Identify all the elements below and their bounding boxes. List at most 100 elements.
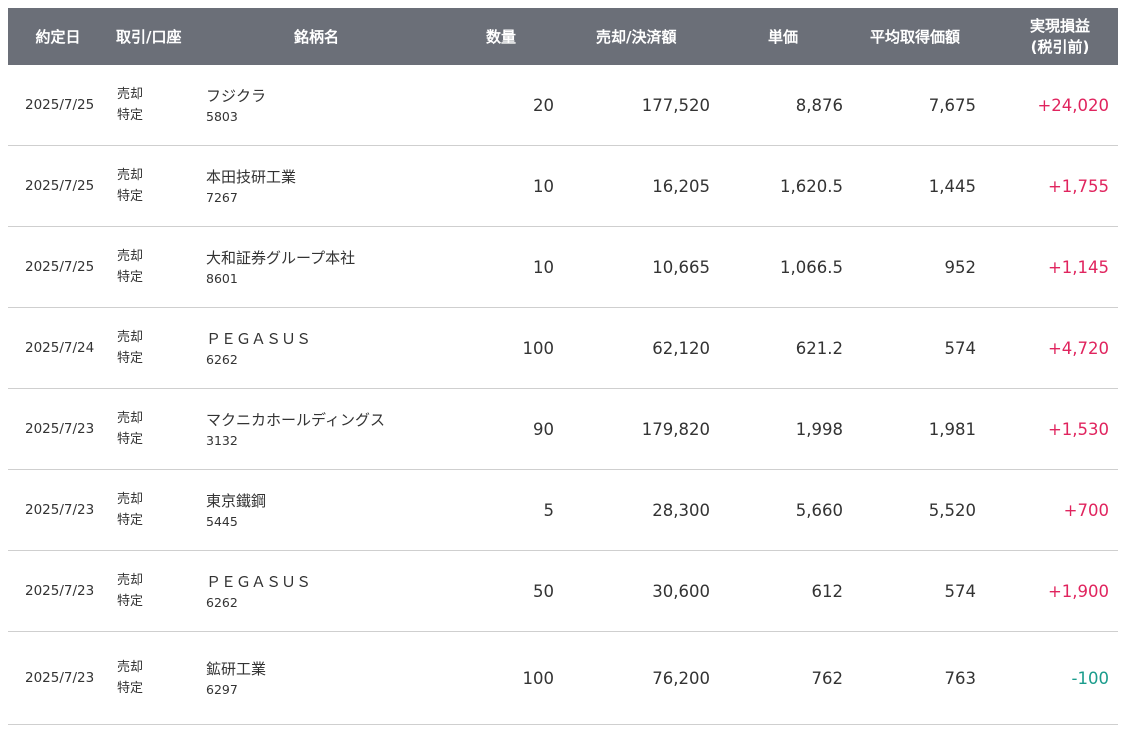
table-row: 2025/7/25 売却 特定 本田技研工業 7267 10 16,205 1,…	[8, 146, 1118, 227]
realized-pnl: -100	[1071, 668, 1109, 688]
header-date: 約定日	[35, 28, 81, 46]
table-row: 2025/7/23 売却 特定 鉱研工業 6297 100 76,200 762…	[8, 632, 1118, 725]
quantity: 50	[533, 581, 554, 601]
quantity: 10	[533, 176, 554, 196]
trade-type: 売却	[117, 492, 144, 507]
average-cost: 574	[944, 581, 977, 601]
realized-pnl: +700	[1063, 500, 1109, 520]
stock-code: 6297	[206, 681, 238, 697]
account-type: 特定	[117, 681, 144, 696]
table-row: 2025/7/24 売却 特定 ＰＥＧＡＳＵＳ 6262 100 62,120 …	[8, 308, 1118, 389]
average-cost: 763	[944, 668, 977, 688]
trade-date: 2025/7/23	[25, 670, 95, 686]
average-cost: 1,981	[928, 419, 976, 439]
quantity: 100	[522, 338, 555, 358]
header-pnl-line1: 実現損益	[1029, 16, 1090, 35]
header-trade-account: 取引/口座	[116, 28, 182, 46]
table-header: 約定日 取引/口座 銘柄名 数量 売却/決済額 単価 平均取得価額 実現損益 (…	[8, 8, 1118, 65]
average-cost: 1,445	[928, 176, 976, 196]
realized-pnl: +1,145	[1047, 257, 1109, 277]
realized-pnl-table: 約定日 取引/口座 銘柄名 数量 売却/決済額 単価 平均取得価額 実現損益 (…	[8, 8, 1118, 725]
unit-price: 621.2	[795, 338, 843, 358]
stock-code: 5803	[206, 108, 238, 124]
trade-account: 売却 特定	[117, 551, 143, 631]
stock-code: 5445	[206, 513, 238, 529]
trade-account: 売却 特定	[117, 65, 143, 145]
unit-price: 1,066.5	[780, 257, 843, 277]
stock-cell: ＰＥＧＡＳＵＳ 6262	[206, 551, 311, 631]
stock-cell: 大和証券グループ本社 8601	[206, 227, 355, 307]
stock-code: 7267	[206, 189, 238, 205]
header-realized-pnl: 実現損益 (税引前)	[1010, 8, 1110, 65]
table-row: 2025/7/25 売却 特定 大和証券グループ本社 8601 10 10,66…	[8, 227, 1118, 308]
trade-type: 売却	[117, 573, 144, 588]
stock-cell: マクニカホールディングス 3132	[206, 389, 385, 469]
quantity: 5	[543, 500, 555, 520]
table-body: 2025/7/25 売却 特定 フジクラ 5803 20 177,520 8,8…	[8, 65, 1118, 725]
header-quantity: 数量	[486, 28, 517, 46]
stock-name: ＰＥＧＡＳＵＳ	[206, 572, 312, 591]
trade-type: 売却	[117, 660, 144, 675]
quantity: 100	[522, 668, 555, 688]
realized-pnl: +4,720	[1047, 338, 1109, 358]
account-type: 特定	[117, 189, 144, 204]
average-cost: 5,520	[928, 500, 976, 520]
stock-code: 6262	[206, 351, 238, 367]
trade-date: 2025/7/25	[25, 178, 95, 194]
unit-price: 8,876	[795, 95, 843, 115]
trade-date: 2025/7/24	[25, 340, 95, 356]
stock-cell: 本田技研工業 7267	[206, 146, 296, 226]
trade-date: 2025/7/25	[25, 97, 95, 113]
trade-type: 売却	[117, 411, 144, 426]
account-type: 特定	[117, 351, 144, 366]
unit-price: 5,660	[795, 500, 843, 520]
stock-code: 3132	[206, 432, 238, 448]
stock-name: フジクラ	[206, 86, 267, 105]
header-settlement-amount: 売却/決済額	[596, 28, 677, 46]
quantity: 20	[533, 95, 554, 115]
settlement-amount: 177,520	[641, 95, 710, 115]
account-type: 特定	[117, 594, 144, 609]
table-row: 2025/7/23 売却 特定 ＰＥＧＡＳＵＳ 6262 50 30,600 6…	[8, 551, 1118, 632]
stock-cell: 鉱研工業 6297	[206, 632, 266, 724]
stock-name: 大和証券グループ本社	[206, 248, 356, 267]
trade-date: 2025/7/25	[25, 259, 95, 275]
table-row: 2025/7/23 売却 特定 マクニカホールディングス 3132 90 179…	[8, 389, 1118, 470]
stock-code: 6262	[206, 594, 238, 610]
stock-name: 東京鐵鋼	[206, 491, 267, 510]
trade-type: 売却	[117, 87, 144, 102]
account-type: 特定	[117, 432, 144, 447]
average-cost: 7,675	[928, 95, 976, 115]
table-row: 2025/7/25 売却 特定 フジクラ 5803 20 177,520 8,8…	[8, 65, 1118, 146]
trade-account: 売却 特定	[117, 389, 143, 469]
stock-name: ＰＥＧＡＳＵＳ	[206, 329, 312, 348]
unit-price: 612	[811, 581, 844, 601]
settlement-amount: 28,300	[652, 500, 710, 520]
trade-account: 売却 特定	[117, 470, 143, 550]
unit-price: 1,620.5	[780, 176, 843, 196]
trade-type: 売却	[117, 168, 144, 183]
header-pnl-line2: (税引前)	[1030, 37, 1090, 56]
account-type: 特定	[117, 270, 144, 285]
quantity: 10	[533, 257, 554, 277]
stock-cell: 東京鐵鋼 5445	[206, 470, 266, 550]
header-stock-name: 銘柄名	[294, 28, 340, 46]
realized-pnl: +24,020	[1037, 95, 1109, 115]
settlement-amount: 10,665	[652, 257, 710, 277]
stock-code: 8601	[206, 270, 238, 286]
quantity: 90	[533, 419, 554, 439]
trade-type: 売却	[117, 330, 144, 345]
trade-type: 売却	[117, 249, 144, 264]
average-cost: 574	[944, 338, 977, 358]
trade-account: 売却 特定	[117, 632, 143, 724]
stock-name: マクニカホールディングス	[206, 410, 385, 429]
trade-date: 2025/7/23	[25, 421, 95, 437]
realized-pnl: +1,530	[1047, 419, 1109, 439]
realized-pnl: +1,900	[1047, 581, 1109, 601]
stock-cell: ＰＥＧＡＳＵＳ 6262	[206, 308, 311, 388]
unit-price: 1,998	[795, 419, 843, 439]
trade-date: 2025/7/23	[25, 502, 95, 518]
settlement-amount: 62,120	[652, 338, 710, 358]
header-unit-price: 単価	[768, 28, 799, 46]
account-type: 特定	[117, 108, 144, 123]
